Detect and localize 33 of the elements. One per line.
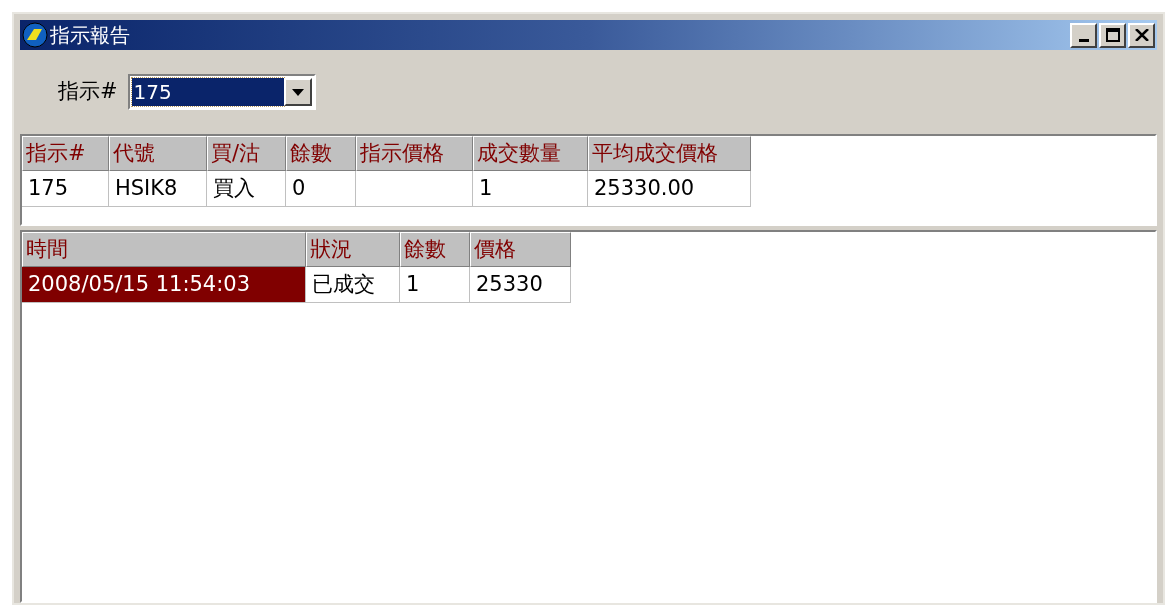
table-cell: 2008/05/15 11:54:03 [22, 267, 306, 303]
table-cell: 175 [22, 171, 109, 207]
caret-icon [291, 88, 304, 96]
close-icon [1134, 29, 1149, 41]
column-header[interactable]: 餘數 [400, 232, 470, 267]
column-header[interactable]: 狀況 [306, 232, 400, 267]
order-number-label: 指示# [58, 78, 118, 106]
table-cell: 25330 [470, 267, 571, 303]
column-header[interactable]: 買/沽 [207, 136, 286, 171]
column-header[interactable]: 成交數量 [473, 136, 588, 171]
order-number-dropdown[interactable]: 175 [127, 74, 316, 110]
column-header[interactable]: 時間 [22, 232, 306, 267]
minimize-icon [1078, 38, 1089, 42]
column-header[interactable]: 餘數 [286, 136, 356, 171]
maximize-icon [1105, 28, 1120, 42]
table-cell: 0 [286, 171, 356, 207]
table-cell: HSIK8 [109, 171, 207, 207]
column-header[interactable]: 指示價格 [356, 136, 473, 171]
minimize-button[interactable] [1070, 22, 1097, 48]
table-cell: 已成交 [306, 267, 400, 303]
app-logo-icon [22, 22, 48, 48]
table-cell: 1 [473, 171, 588, 207]
close-button[interactable] [1128, 22, 1155, 48]
column-header[interactable]: 平均成交價格 [588, 136, 751, 171]
maximize-button[interactable] [1099, 22, 1126, 48]
table-cell: 買入 [207, 171, 286, 207]
table-cell: 1 [400, 267, 470, 303]
table-cell: 25330.00 [588, 171, 751, 207]
column-header[interactable]: 指示# [22, 136, 109, 171]
dropdown-arrow-button[interactable] [283, 78, 312, 106]
window-title: 指示報告 [50, 25, 130, 45]
column-header[interactable]: 價格 [470, 232, 571, 267]
column-header[interactable]: 代號 [109, 136, 207, 171]
